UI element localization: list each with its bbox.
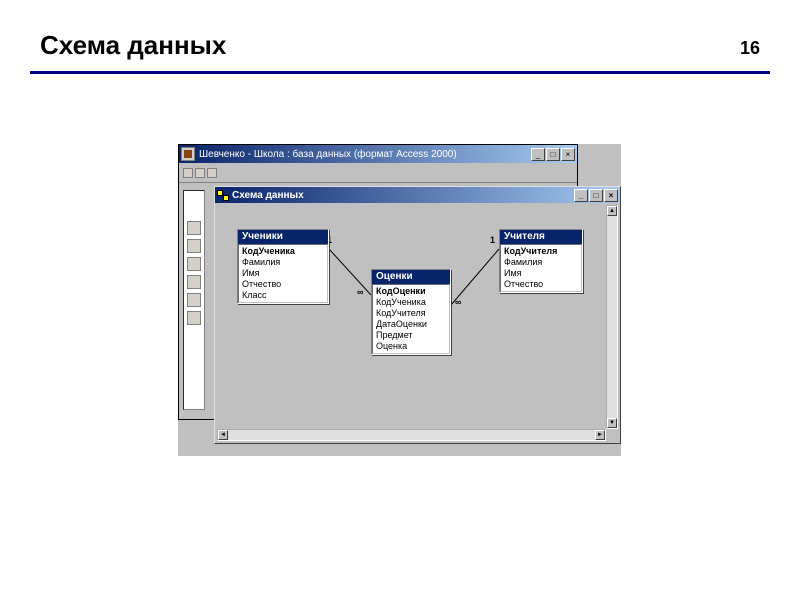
toolbar-icon[interactable] <box>195 168 205 178</box>
field[interactable]: Класс <box>242 290 324 301</box>
relationships-icon <box>217 189 229 201</box>
table-fields-teachers: КодУчителя Фамилия Имя Отчество <box>500 244 582 292</box>
scroll-left-icon[interactable]: ◄ <box>218 430 228 440</box>
field[interactable]: Фамилия <box>242 257 324 268</box>
database-titlebar[interactable]: Шевченко - Школа : база данных (формат A… <box>179 145 577 163</box>
field[interactable]: Имя <box>504 268 578 279</box>
field-primary-key[interactable]: КодУченика <box>242 246 324 257</box>
scroll-down-icon[interactable]: ▼ <box>607 418 617 428</box>
sidebar-icon[interactable] <box>187 275 201 289</box>
cardinality-many: ∞ <box>357 287 363 297</box>
table-students[interactable]: Ученики КодУченика Фамилия Имя Отчество … <box>237 229 329 304</box>
field[interactable]: КодУченика <box>376 297 446 308</box>
field[interactable]: Фамилия <box>504 257 578 268</box>
page-title: Схема данных <box>40 30 226 61</box>
maximize-button[interactable]: □ <box>589 189 603 202</box>
access-screenshot: Шевченко - Школа : база данных (формат A… <box>178 144 621 456</box>
sidebar-icon[interactable] <box>187 257 201 271</box>
table-fields-students: КодУченика Фамилия Имя Отчество Класс <box>238 244 328 303</box>
close-button[interactable]: × <box>561 148 575 161</box>
database-sidebar <box>183 190 205 410</box>
field[interactable]: Имя <box>242 268 324 279</box>
field[interactable]: Оценка <box>376 341 446 352</box>
cardinality-many: ∞ <box>455 297 461 307</box>
field[interactable]: КодУчителя <box>376 308 446 319</box>
sidebar-icon[interactable] <box>187 311 201 325</box>
minimize-button[interactable]: _ <box>531 148 545 161</box>
table-header-students: Ученики <box>238 230 328 244</box>
sidebar-icon[interactable] <box>187 239 201 253</box>
slide-header: Схема данных 16 <box>0 0 800 71</box>
field-primary-key[interactable]: КодОценки <box>376 286 446 297</box>
relationships-canvas[interactable]: 1 ∞ 1 ∞ Ученики КодУченика Фамилия Имя О… <box>217 205 606 429</box>
scroll-right-icon[interactable]: ► <box>595 430 605 440</box>
field[interactable]: Отчество <box>242 279 324 290</box>
database-toolbar <box>179 163 577 183</box>
sidebar-icon[interactable] <box>187 293 201 307</box>
page-number: 16 <box>740 38 760 59</box>
resize-grip[interactable] <box>606 429 618 441</box>
table-header-teachers: Учителя <box>500 230 582 244</box>
field-primary-key[interactable]: КодУчителя <box>504 246 578 257</box>
table-header-grades: Оценки <box>372 270 450 284</box>
vertical-scrollbar[interactable]: ▲ ▼ <box>606 205 618 429</box>
sidebar-icon[interactable] <box>187 221 201 235</box>
toolbar-icon[interactable] <box>207 168 217 178</box>
minimize-button[interactable]: _ <box>574 189 588 202</box>
maximize-button[interactable]: □ <box>546 148 560 161</box>
access-app-icon <box>181 147 195 161</box>
scroll-up-icon[interactable]: ▲ <box>607 206 617 216</box>
table-teachers[interactable]: Учителя КодУчителя Фамилия Имя Отчество <box>499 229 583 293</box>
table-fields-grades: КодОценки КодУченика КодУчителя ДатаОцен… <box>372 284 450 354</box>
close-button[interactable]: × <box>604 189 618 202</box>
relationships-titlebar[interactable]: Схема данных _ □ × <box>215 187 620 203</box>
field[interactable]: Отчество <box>504 279 578 290</box>
horizontal-scrollbar[interactable]: ◄ ► <box>217 429 606 441</box>
relationships-window: Схема данных _ □ × 1 ∞ 1 ∞ Ученики КодУч… <box>214 186 621 444</box>
header-divider <box>30 71 770 74</box>
relationships-title: Схема данных <box>232 190 304 201</box>
database-title: Шевченко - Школа : база данных (формат A… <box>199 149 530 160</box>
table-grades[interactable]: Оценки КодОценки КодУченика КодУчителя Д… <box>371 269 451 355</box>
field[interactable]: Предмет <box>376 330 446 341</box>
toolbar-icon[interactable] <box>183 168 193 178</box>
field[interactable]: ДатаОценки <box>376 319 446 330</box>
cardinality-one: 1 <box>490 235 495 245</box>
